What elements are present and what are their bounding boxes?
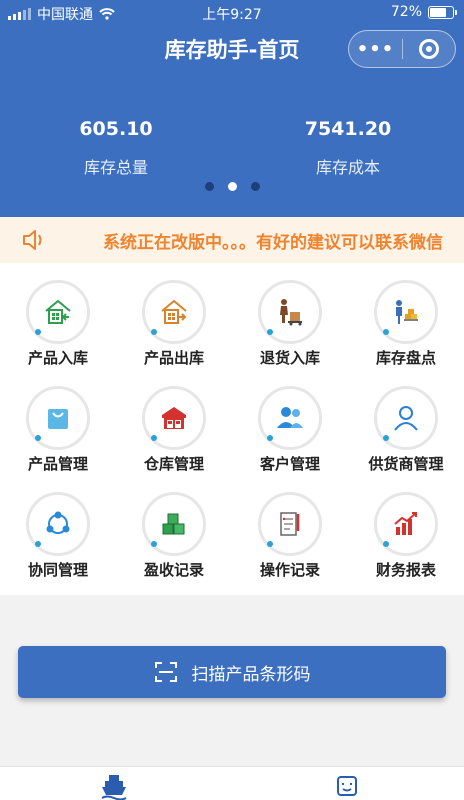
close-mini-program-button[interactable] [403,39,455,59]
scan-barcode-button[interactable]: 扫描产品条形码 [18,646,446,698]
carousel-dot[interactable] [250,182,260,191]
function-grid: 产品入库 产品出库 退货入库 库存盘点 产品管理 仓库管理 客户管理 供货商管理… [0,263,464,595]
icon-circle [26,280,90,344]
stat-label: 库存成本 [315,158,380,177]
icon-circle [374,386,438,450]
checklist-icon [280,512,300,536]
notice-text: 系统正在改版中。。。有好的建议可以联系微信 [103,233,443,253]
menu-item-customer-management[interactable]: 客户管理 [232,369,348,475]
menu-item-label: 操作记录 [259,561,320,579]
icon-circle [142,386,206,450]
face-icon [337,776,357,796]
product-outbound-icon [161,299,187,324]
return-inbound-icon [280,299,302,326]
stat-total-cost: 7541.20 库存成本 [248,118,448,178]
menu-item-label: 财务报表 [375,561,436,579]
carousel-indicator [0,182,464,191]
scan-icon [154,662,177,682]
inventory-count-icon [396,300,418,324]
shopping-bag-icon [48,409,68,429]
mini-program-capsule: ••• [348,30,456,68]
carousel-dot[interactable] [204,182,214,191]
menu-item-warehouse-management[interactable]: 仓库管理 [116,369,232,475]
battery-icon [428,5,457,19]
more-menu-button[interactable]: ••• [349,39,402,60]
menu-item-collaboration[interactable]: 协同管理 [0,475,116,581]
tab-home[interactable] [100,772,128,800]
notice-bar: 系统正在改版中。。。有好的建议可以联系微信 [0,217,464,263]
menu-item-label: 库存盘点 [375,349,436,367]
speaker-icon [23,230,42,250]
icon-circle [374,492,438,556]
ship-icon [101,775,127,800]
icon-circle [374,280,438,344]
icon-circle [258,280,322,344]
menu-item-financial-reports[interactable]: 财务报表 [348,475,464,581]
carousel-dot-active[interactable] [227,182,237,191]
menu-item-label: 客户管理 [259,455,320,473]
stat-total-quantity: 605.10 库存总量 [16,118,216,178]
status-bar: 中国联通 上午9:27 72% [0,0,464,26]
battery-percent: 72% [390,4,422,20]
icon-circle [258,492,322,556]
menu-item-label: 产品管理 [27,455,88,473]
icon-circle [258,386,322,450]
menu-item-inventory-count[interactable]: 库存盘点 [348,263,464,369]
menu-item-product-management[interactable]: 产品管理 [0,369,116,475]
icon-circle [142,280,206,344]
product-inbound-icon [45,299,71,324]
menu-item-label: 供货商管理 [368,455,444,473]
icon-circle [26,492,90,556]
menu-item-label: 产品入库 [27,349,88,367]
menu-item-revenue-records[interactable]: 盈收记录 [116,475,232,581]
menu-item-operation-records[interactable]: 操作记录 [232,475,348,581]
customers-icon [277,407,303,428]
menu-item-product-inbound[interactable]: 产品入库 [0,263,116,369]
menu-item-label: 协同管理 [27,561,88,579]
supplier-icon [394,406,418,431]
collaboration-icon [46,511,70,534]
menu-item-product-outbound[interactable]: 产品出库 [116,263,232,369]
tab-profile[interactable] [336,775,358,800]
menu-item-supplier-management[interactable]: 供货商管理 [348,369,464,475]
stat-value: 605.10 [79,118,153,140]
stat-label: 库存总量 [83,158,148,177]
tab-bar [0,766,464,800]
stat-value: 7541.20 [304,118,392,140]
menu-item-label: 盈收记录 [143,561,204,579]
scan-button-label: 扫描产品条形码 [191,664,311,685]
menu-item-label: 产品出库 [143,349,204,367]
bar-chart-icon [394,512,417,535]
menu-item-label: 退货入库 [259,349,320,367]
boxes-icon [162,513,185,535]
menu-item-return-inbound[interactable]: 退货入库 [232,263,348,369]
target-icon [418,39,439,59]
icon-circle [142,492,206,556]
warehouse-icon [162,407,186,429]
header: 中国联通 上午9:27 72% 库存助手-首页 ••• 605.10 库存总量 … [0,0,464,217]
icon-circle [26,386,90,450]
menu-item-label: 仓库管理 [143,455,204,473]
